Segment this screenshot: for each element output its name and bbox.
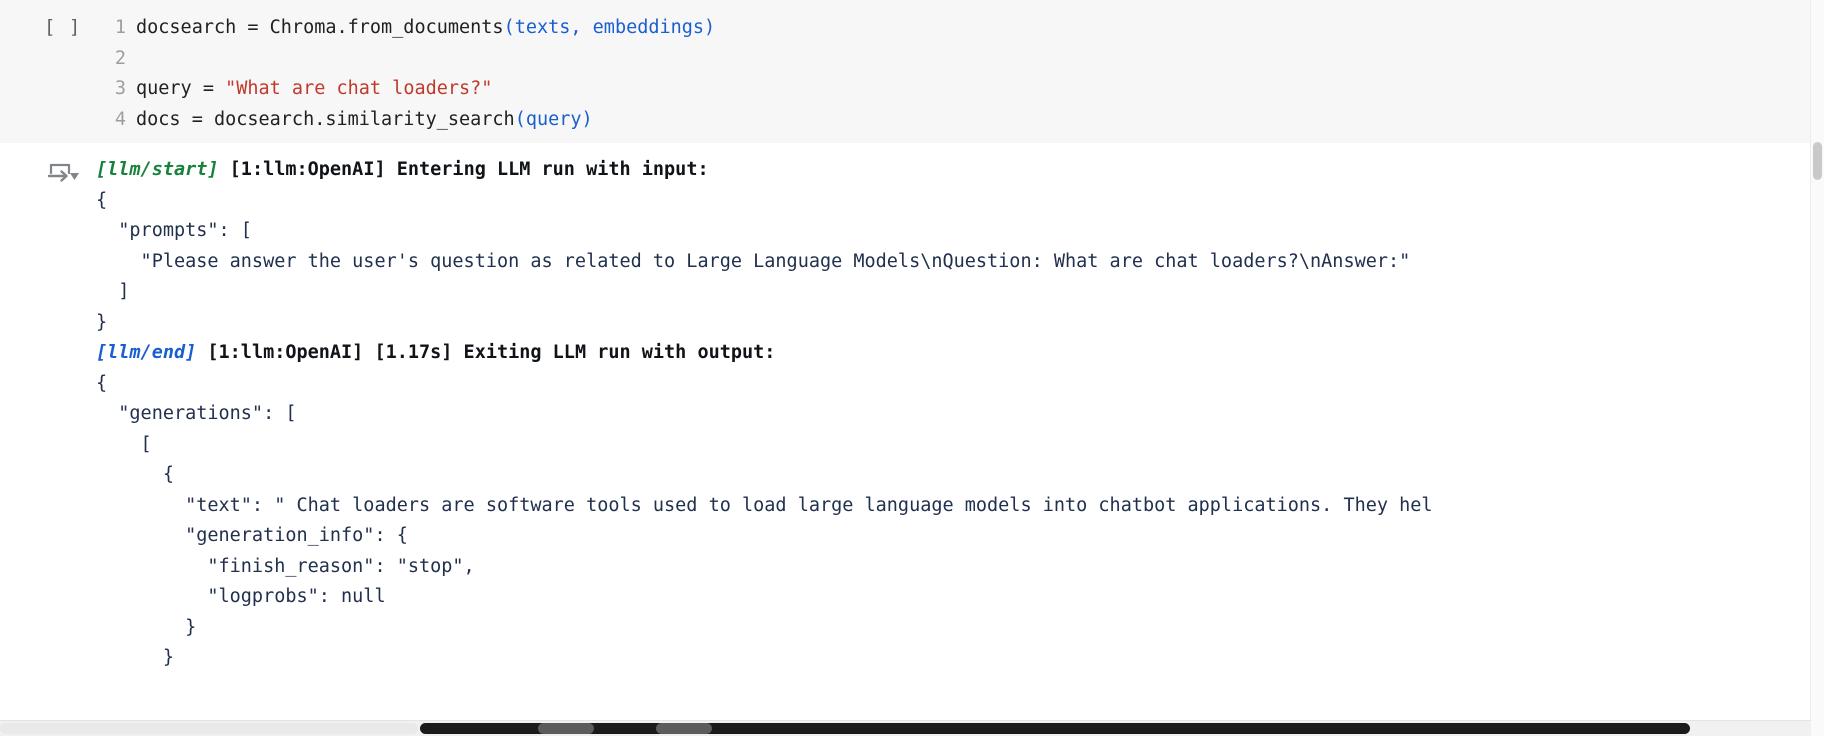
run-cell-button[interactable]: [ ] bbox=[44, 16, 81, 38]
vertical-scrollbar[interactable] bbox=[1810, 0, 1824, 736]
output-log-text: [llm/start] [1:llm:OpenAI] Entering LLM … bbox=[96, 155, 1433, 674]
notebook-cell-container: [ ] 1 docsearch = Chroma.from_documents(t… bbox=[0, 0, 1824, 736]
code-line[interactable]: 3 query = "What are chat loaders?" bbox=[100, 74, 715, 105]
code-token: (query) bbox=[514, 108, 593, 130]
code-editor[interactable]: 1 docsearch = Chroma.from_documents(texts… bbox=[100, 13, 715, 135]
code-line[interactable]: 4 docs = docsearch.similarity_search(quer… bbox=[100, 105, 715, 136]
code-token: docs = docsearch.similarity_search bbox=[136, 108, 515, 130]
output-log-line: } bbox=[96, 613, 1433, 644]
horizontal-scrollbar-nub-b bbox=[656, 723, 712, 734]
code-token: query = bbox=[136, 78, 226, 99]
output-log-segment: } bbox=[96, 647, 174, 668]
output-log-segment: ] bbox=[96, 281, 130, 302]
code-line-number: 1 bbox=[114, 17, 126, 38]
output-log-segment: { bbox=[96, 464, 174, 485]
output-log-segment: } bbox=[96, 311, 108, 333]
code-line-number: 4 bbox=[114, 108, 126, 130]
output-log-line: } bbox=[96, 643, 1433, 674]
code-line[interactable]: 1 docsearch = Chroma.from_documents(texts… bbox=[100, 13, 715, 44]
output-log-line: "generation_info": { bbox=[96, 521, 1433, 552]
output-log-line: { bbox=[96, 369, 1433, 400]
code-token: (texts, embeddings) bbox=[503, 17, 716, 38]
output-log-segment: "generations": [ bbox=[96, 403, 297, 424]
output-log-line: { bbox=[96, 460, 1433, 491]
output-log-segment: "text": " Chat loaders are software tool… bbox=[96, 494, 1433, 516]
output-log-segment: "generation_info": { bbox=[96, 525, 408, 546]
code-line-number: 2 bbox=[114, 47, 126, 69]
output-log-line: [llm/end] [1:llm:OpenAI] [1.17s] Exiting… bbox=[96, 338, 1433, 369]
output-log-segment: { bbox=[96, 372, 108, 394]
output-log-segment: } bbox=[96, 616, 197, 638]
output-log-segment: [ bbox=[96, 433, 152, 455]
output-log-line: "finish_reason": "stop", bbox=[96, 552, 1433, 583]
code-line[interactable]: 2 bbox=[100, 44, 715, 75]
output-log-line: "generations": [ bbox=[96, 399, 1433, 430]
output-log-segment: [llm/end] bbox=[96, 342, 197, 363]
horizontal-scrollbar[interactable] bbox=[0, 720, 1811, 736]
output-log-line: [ bbox=[96, 430, 1433, 461]
code-token: docsearch = Chroma.from_documents bbox=[136, 17, 504, 38]
output-log-segment: { bbox=[96, 189, 108, 211]
cell-output-area: [llm/start] [1:llm:OpenAI] Entering LLM … bbox=[0, 143, 1824, 721]
output-log-line: [llm/start] [1:llm:OpenAI] Entering LLM … bbox=[96, 155, 1433, 186]
horizontal-scrollbar-thumb[interactable] bbox=[420, 723, 1690, 734]
output-log-segment: [1:llm:OpenAI] [1.17s] Exiting LLM run w… bbox=[196, 342, 776, 363]
vertical-scrollbar-thumb[interactable] bbox=[1813, 142, 1822, 180]
code-cell-run-gutter[interactable]: [ ] bbox=[0, 0, 100, 143]
code-token: "What are chat loaders?" bbox=[225, 78, 493, 99]
output-log-segment: "prompts": [ bbox=[96, 220, 252, 241]
code-cell[interactable]: [ ] 1 docsearch = Chroma.from_documents(t… bbox=[0, 0, 1824, 143]
output-log-segment: "logprobs": null bbox=[96, 586, 386, 607]
output-log-line: "logprobs": null bbox=[96, 582, 1433, 613]
code-line-number: 3 bbox=[114, 78, 126, 99]
output-log-segment: "finish_reason": "stop", bbox=[96, 555, 475, 577]
output-log-line: "text": " Chat loaders are software tool… bbox=[96, 491, 1433, 522]
output-log-line: ] bbox=[96, 277, 1433, 308]
output-scroll-toggle-icon[interactable] bbox=[47, 161, 81, 191]
output-log-line: "prompts": [ bbox=[96, 216, 1433, 247]
horizontal-scrollbar-track-left[interactable] bbox=[0, 723, 418, 734]
output-log-segment: [llm/start] bbox=[96, 159, 219, 180]
output-log-line: { bbox=[96, 186, 1433, 217]
output-log-line: "Please answer the user's question as re… bbox=[96, 247, 1433, 278]
output-log-segment: "Please answer the user's question as re… bbox=[96, 250, 1411, 272]
output-log-segment: [1:llm:OpenAI] Entering LLM run with inp… bbox=[218, 159, 709, 180]
horizontal-scrollbar-nub-a bbox=[538, 723, 594, 734]
output-log-line: } bbox=[96, 308, 1433, 339]
